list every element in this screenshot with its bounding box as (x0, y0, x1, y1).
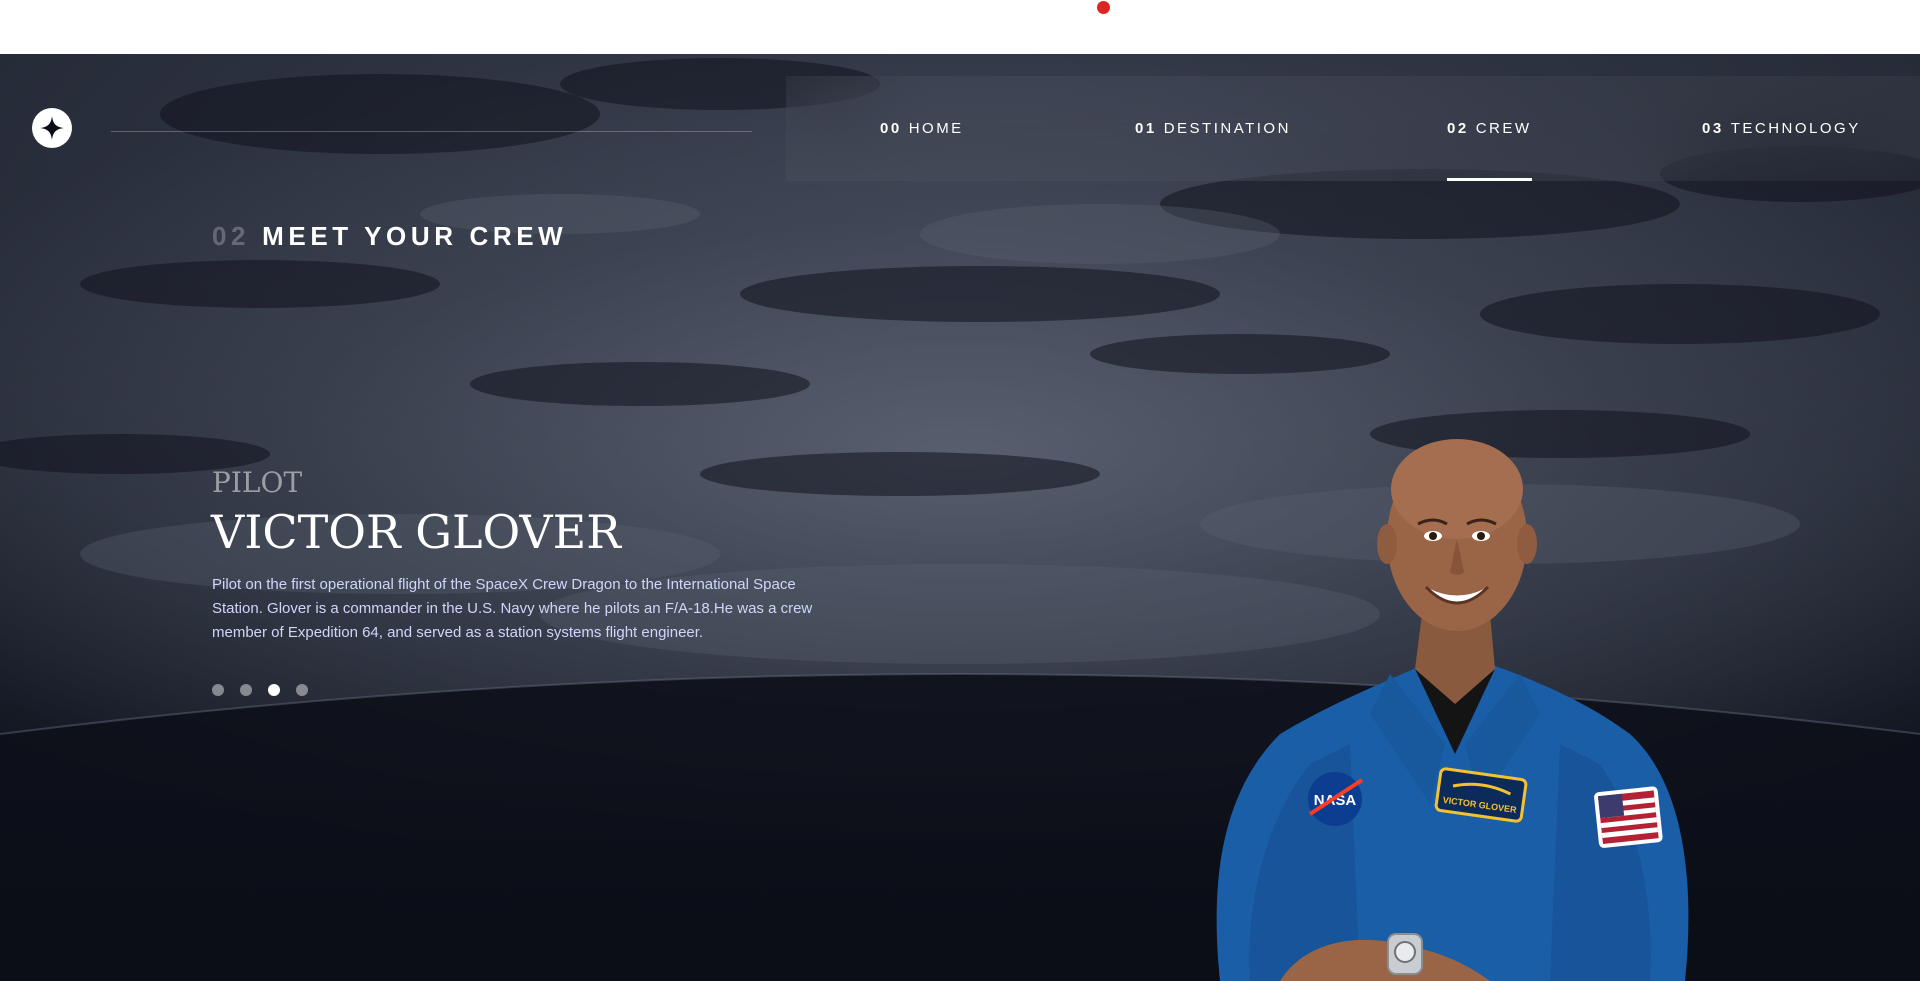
nav-item-number: 02 (1447, 120, 1469, 137)
us-flag-patch (1594, 786, 1663, 848)
nav-divider-line (111, 131, 752, 132)
nav-item-label: HOME (908, 120, 964, 137)
nav-item-label: DESTINATION (1163, 120, 1291, 137)
site-logo[interactable] (32, 108, 72, 148)
star-logo-icon (40, 116, 64, 140)
browser-top-strip (0, 0, 1920, 54)
nav-item-destination[interactable]: 01 DESTINATION (1135, 76, 1291, 181)
primary-navigation: 00 HOME 01 DESTINATION 02 CREW 03 TECHNO… (786, 76, 1920, 181)
nav-item-number: 01 (1135, 120, 1157, 137)
crew-slider-dots (212, 684, 308, 696)
nav-item-technology[interactable]: 03 TECHNOLOGY (1702, 76, 1861, 181)
slider-dot-3[interactable] (268, 684, 280, 696)
crew-bio: Pilot on the first operational flight of… (212, 576, 813, 641)
page-title: 02 MEET YOUR CREW (212, 221, 567, 252)
nav-item-label: TECHNOLOGY (1730, 120, 1861, 137)
nav-item-number: 03 (1702, 120, 1724, 137)
slider-dot-1[interactable] (212, 684, 224, 696)
crew-role: Pilot (212, 466, 303, 499)
recording-indicator-dot (1097, 1, 1110, 14)
page-title-number: 02 (212, 221, 251, 251)
crew-page: 00 HOME 01 DESTINATION 02 CREW 03 TECHNO… (0, 54, 1920, 981)
crew-portrait: NASA VICTOR GLOVER (1216, 439, 1689, 981)
nav-item-number: 00 (880, 120, 902, 137)
page-title-text: MEET YOUR CREW (262, 221, 568, 251)
nav-item-home[interactable]: 00 HOME (880, 76, 964, 181)
nav-item-label: CREW (1475, 120, 1532, 137)
nav-item-crew[interactable]: 02 CREW (1447, 76, 1532, 181)
slider-dot-2[interactable] (240, 684, 252, 696)
slider-dot-4[interactable] (296, 684, 308, 696)
crew-name: Victor Glover (211, 505, 621, 559)
